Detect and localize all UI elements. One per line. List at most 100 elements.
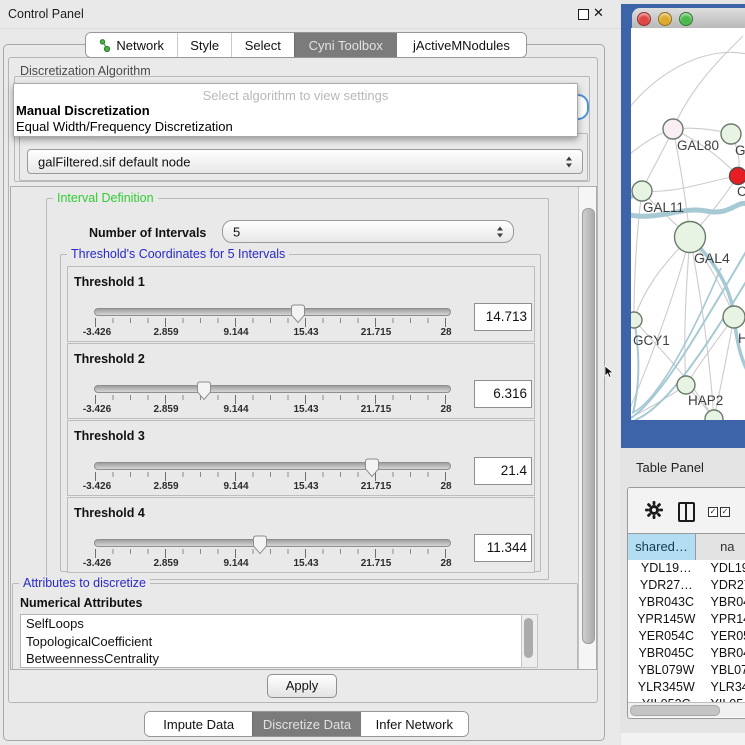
spinner-arrows-icon bbox=[497, 226, 504, 237]
node-hap2[interactable] bbox=[677, 376, 695, 394]
threshold-label: Threshold 2 bbox=[74, 352, 145, 366]
node-top-right[interactable] bbox=[721, 124, 741, 144]
threshold-row-4: Threshold 4 -3.4262.8599.14415.4321.7152… bbox=[67, 497, 535, 573]
tab-select[interactable]: Select bbox=[231, 33, 294, 57]
list-item[interactable]: TopologicalCoefficient bbox=[21, 633, 521, 651]
threshold-slider[interactable]: -3.4262.8599.14415.4321.71528 bbox=[68, 301, 534, 341]
list-item[interactable]: SelfLoops bbox=[21, 615, 521, 633]
attributes-scrollbar[interactable] bbox=[521, 614, 538, 668]
threshold-value-field[interactable]: 21.4 bbox=[474, 457, 532, 485]
threshold-label: Threshold 1 bbox=[74, 275, 145, 289]
threshold-value-field[interactable]: 6.316 bbox=[474, 380, 532, 408]
table-toolbar: ✓ ✓ bbox=[628, 488, 745, 533]
scrollbar-thumb[interactable] bbox=[630, 705, 720, 716]
close-icon[interactable]: ✕ bbox=[593, 5, 604, 21]
algorithm-dropdown-popup: Select algorithm to view settings Manual… bbox=[13, 83, 578, 137]
settings-scroll-area: Interval Definition Number of Intervals … bbox=[10, 186, 597, 670]
threshold-label: Threshold 3 bbox=[74, 429, 145, 443]
tab-discretize-data[interactable]: Discretize Data bbox=[252, 712, 360, 736]
node-gal80[interactable] bbox=[663, 119, 683, 139]
tab-network[interactable]: Network bbox=[86, 33, 177, 57]
table-row[interactable]: YDL19…YDL19 bbox=[628, 560, 745, 577]
slider-thumb[interactable] bbox=[196, 381, 212, 401]
tab-infer-network[interactable]: Infer Network bbox=[361, 712, 468, 736]
tab-label: Infer Network bbox=[376, 717, 453, 732]
popup-option-manual[interactable]: Manual Discretization bbox=[16, 103, 150, 118]
minimize-traffic-light[interactable] bbox=[658, 12, 672, 26]
threshold-value-field[interactable]: 11.344 bbox=[474, 534, 532, 562]
slider-thumb[interactable] bbox=[364, 458, 380, 478]
tab-style[interactable]: Style bbox=[177, 33, 231, 57]
table-body: YDL19…YDL19 YDR27…YDR27 YBR043CYBR04 YPR… bbox=[628, 560, 745, 702]
network-canvas[interactable]: GAL80 GA C GAL11 GAL4 GCY1 H HAP2 bbox=[631, 28, 745, 420]
table-row[interactable]: YBR045CYBR04 bbox=[628, 645, 745, 662]
numerical-attributes-label: Numerical Attributes bbox=[20, 596, 142, 610]
checkbox-icon[interactable]: ✓ bbox=[708, 507, 718, 517]
node-label: H bbox=[738, 331, 745, 346]
table-header-row: shared… na bbox=[628, 533, 745, 561]
table-row[interactable]: YBL079WYBL07 bbox=[628, 662, 745, 679]
settings-scrollbar[interactable] bbox=[578, 187, 596, 669]
num-intervals-combobox[interactable]: 5 bbox=[222, 220, 514, 243]
tab-impute-data[interactable]: Impute Data bbox=[145, 712, 252, 736]
tab-label: Cyni Toolbox bbox=[309, 38, 383, 53]
table-row[interactable]: YPR145WYPR14 bbox=[628, 611, 745, 628]
column-header-shared-name[interactable]: shared… bbox=[628, 534, 696, 560]
scrollbar-thumb[interactable] bbox=[582, 208, 595, 644]
float-icon[interactable] bbox=[578, 9, 589, 20]
popup-hint: Select algorithm to view settings bbox=[14, 88, 577, 103]
gear-icon[interactable] bbox=[645, 501, 663, 519]
slider-scale: -3.4262.8599.14415.4321.71528 bbox=[68, 558, 534, 570]
control-panel-header: Control Panel ✕ bbox=[0, 0, 620, 29]
attributes-group: Attributes to discretize Numerical Attri… bbox=[12, 583, 578, 670]
checkbox-icon[interactable]: ✓ bbox=[720, 507, 730, 517]
threshold-slider[interactable]: -3.4262.8599.14415.4321.71528 bbox=[68, 455, 534, 495]
threshold-value-field[interactable]: 14.713 bbox=[474, 303, 532, 331]
threshold-slider[interactable]: -3.4262.8599.14415.4321.71528 bbox=[68, 378, 534, 418]
node-label: GA bbox=[735, 143, 745, 158]
spinner-arrows-icon bbox=[566, 156, 573, 167]
slider-track[interactable] bbox=[94, 385, 451, 393]
slider-track[interactable] bbox=[94, 539, 451, 547]
table-data-value: galFiltered.sif default node bbox=[38, 154, 190, 169]
slider-track[interactable] bbox=[94, 462, 451, 470]
node-label: C bbox=[737, 184, 745, 199]
table-row[interactable]: YDR27…YDR27 bbox=[628, 577, 745, 594]
node-red[interactable] bbox=[730, 168, 745, 185]
table-row[interactable]: YLR345WYLR34 bbox=[628, 679, 745, 696]
tab-cyni-toolbox[interactable]: Cyni Toolbox bbox=[294, 33, 397, 57]
network-graph: GAL80 GA C GAL11 GAL4 GCY1 H HAP2 bbox=[631, 28, 745, 420]
list-item[interactable]: BetweennessCentrality bbox=[21, 650, 521, 668]
popup-option-equal-width[interactable]: Equal Width/Frequency Discretization bbox=[16, 119, 233, 134]
bottom-right-strip bbox=[621, 733, 745, 745]
slider-thumb[interactable] bbox=[290, 304, 306, 324]
node-label: HAP2 bbox=[688, 393, 723, 408]
node-gal4[interactable] bbox=[675, 222, 706, 253]
table-panel-title: Table Panel bbox=[636, 460, 704, 475]
threshold-label: Threshold 4 bbox=[74, 506, 145, 520]
column-header-name[interactable]: na bbox=[696, 534, 745, 560]
apply-button[interactable]: Apply bbox=[267, 674, 337, 698]
slider-thumb[interactable] bbox=[252, 535, 268, 555]
zoom-traffic-light[interactable] bbox=[679, 12, 693, 26]
threshold-row-3: Threshold 3 -3.4262.8599.14415.4321.7152… bbox=[67, 420, 535, 496]
tab-jactivemnodules[interactable]: jActiveMNodules bbox=[397, 33, 526, 57]
close-traffic-light[interactable] bbox=[637, 12, 651, 26]
table-data-combobox[interactable]: galFiltered.sif default node bbox=[27, 149, 583, 174]
network-icon bbox=[99, 39, 111, 52]
node-gcy1[interactable] bbox=[631, 312, 642, 328]
table-row[interactable]: YBR043CYBR04 bbox=[628, 594, 745, 611]
tab-label: Discretize Data bbox=[263, 717, 351, 732]
slider-track[interactable] bbox=[94, 308, 451, 316]
table-horizontal-scrollbar[interactable] bbox=[628, 702, 745, 717]
threshold-row-2: Threshold 2 -3.4262.8599.14415.4321.7152… bbox=[67, 343, 535, 419]
node-right[interactable] bbox=[723, 306, 745, 328]
threshold-row-1: Threshold 1 -3.4262.8599.14415.4321.7152… bbox=[67, 266, 535, 342]
node-gal11[interactable] bbox=[632, 181, 652, 201]
scrollbar-thumb[interactable] bbox=[524, 618, 533, 658]
screen: Control Panel ✕ Network Style Select Cyn… bbox=[0, 0, 745, 745]
threshold-slider[interactable]: -3.4262.8599.14415.4321.71528 bbox=[68, 532, 534, 572]
table-row[interactable]: YER054CYER05 bbox=[628, 628, 745, 645]
column-selector-icon[interactable] bbox=[678, 502, 695, 522]
thresholds-group: Threshold's Coordinates for 5 Intervals … bbox=[60, 254, 541, 572]
